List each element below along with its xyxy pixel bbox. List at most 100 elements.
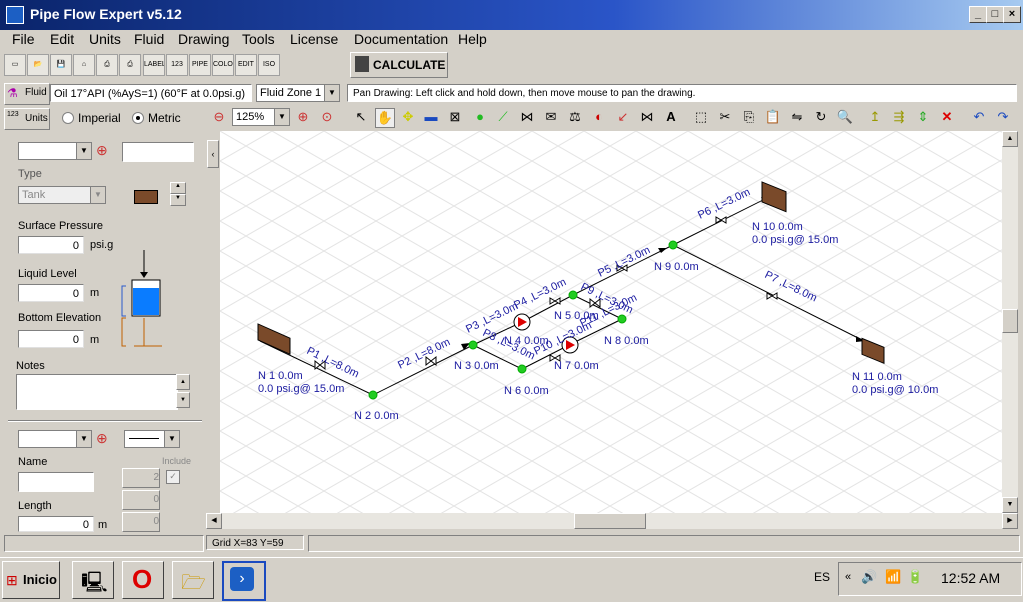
scroll-up-icon[interactable]: ▲ <box>1002 131 1018 147</box>
include-checkbox[interactable]: ✓ <box>166 470 180 484</box>
text-tool-icon[interactable]: A <box>662 108 680 126</box>
menu-tools[interactable]: Tools <box>242 31 275 47</box>
fluid-zone-select[interactable]: Fluid Zone 1 ▼ <box>256 84 340 102</box>
fitting-count-button-3[interactable]: 0 <box>122 512 160 532</box>
node-n9[interactable] <box>668 240 678 250</box>
imperial-radio[interactable] <box>62 112 74 124</box>
close-button[interactable]: × <box>1003 6 1021 23</box>
chevron-down-icon[interactable]: ▼ <box>274 109 289 125</box>
type-select[interactable]: Tank ▼ <box>18 186 106 204</box>
distribute-icon[interactable]: ⇕ <box>914 108 932 126</box>
chevron-down-icon[interactable]: ▼ <box>90 187 105 203</box>
drawing-canvas[interactable]: P1 ,L=8.0m P2 ,L=8.0m P3 ,L=3.0m P4 ,L=3… <box>220 131 1002 513</box>
menu-units[interactable]: Units <box>89 31 121 47</box>
node-n6[interactable] <box>517 364 527 374</box>
pipe-name-field[interactable] <box>18 472 94 492</box>
chevron-down-icon[interactable]: ▼ <box>324 85 339 101</box>
chevron-down-icon[interactable]: ▼ <box>76 143 91 159</box>
undo-icon[interactable]: ↶ <box>970 108 988 126</box>
surface-pressure-field[interactable]: 0 <box>18 236 84 254</box>
zoom-out-icon[interactable]: ⊖ <box>210 108 228 126</box>
node-n3[interactable] <box>468 340 478 350</box>
chevron-down-icon[interactable]: ▼ <box>164 431 179 447</box>
paste-icon[interactable]: 📋 <box>764 108 782 126</box>
flip-icon[interactable]: ⇋ <box>788 108 806 126</box>
target-icon[interactable]: ⊕ <box>96 142 112 158</box>
pipeflow-taskbar-button[interactable]: › <box>222 561 266 601</box>
valve-tool-icon[interactable]: ⋈ <box>518 108 536 126</box>
minimize-button[interactable]: _ <box>969 6 987 23</box>
redo-icon[interactable]: ↷ <box>994 108 1012 126</box>
pipe-icon[interactable]: PIPE <box>189 54 211 76</box>
align-icon[interactable]: ⇶ <box>890 108 908 126</box>
liquid-level-field[interactable]: 0 <box>18 284 84 302</box>
zoom-select[interactable]: 125% ▼ <box>232 108 290 126</box>
cut-icon[interactable]: ✂ <box>716 108 734 126</box>
opera-taskbar-button[interactable]: O <box>122 561 164 599</box>
battery-icon[interactable]: 🔋 <box>907 569 923 585</box>
color-icon[interactable]: COLOR <box>212 54 234 76</box>
select-arrow-icon[interactable]: ↖ <box>352 108 370 126</box>
spin-up-icon[interactable]: ▲ <box>170 182 186 194</box>
scroll-down-icon[interactable]: ▼ <box>1002 497 1018 513</box>
save-as-icon[interactable]: ⌂ <box>73 54 95 76</box>
menu-edit[interactable]: Edit <box>50 31 74 47</box>
app-icon[interactable] <box>6 6 24 24</box>
save-icon[interactable]: 💾 <box>50 54 72 76</box>
collapse-panel-button[interactable]: ‹ <box>207 140 219 168</box>
tank-tool-icon[interactable]: ▬ <box>422 108 440 126</box>
fitting-count-button-1[interactable]: 2 <box>122 468 160 488</box>
node-n5[interactable] <box>568 290 578 300</box>
volume-icon[interactable]: 🔊 <box>861 569 877 585</box>
pipe-select[interactable]: ▼ <box>18 430 92 448</box>
label-icon[interactable]: LABEL <box>143 54 165 76</box>
pump-curve-icon[interactable]: ◐ <box>590 108 608 126</box>
metric-radio[interactable] <box>132 112 144 124</box>
delete-icon[interactable]: ✕ <box>938 108 956 126</box>
iso-icon[interactable]: ISO <box>258 54 280 76</box>
open-folder-icon[interactable]: 📂 <box>27 54 49 76</box>
menu-drawing[interactable]: Drawing <box>178 31 229 47</box>
move-icon[interactable]: ✥ <box>399 108 417 126</box>
menu-license[interactable]: License <box>290 31 338 47</box>
line-style-select[interactable]: ▼ <box>124 430 180 448</box>
fitting-tool-icon[interactable]: ⚖ <box>566 108 584 126</box>
print-icon[interactable]: ⎙ <box>119 54 141 76</box>
menu-file[interactable]: File <box>12 31 35 47</box>
horizontal-scroll-thumb[interactable] <box>574 513 646 529</box>
explorer-taskbar-button[interactable]: 🗁 <box>172 561 214 599</box>
node-tool-icon[interactable]: ● <box>471 108 489 126</box>
pipe-tool-icon[interactable]: ⟋ <box>494 108 512 126</box>
notes-scroll-up-icon[interactable]: ▲ <box>176 374 190 390</box>
menu-fluid[interactable]: Fluid <box>134 31 164 47</box>
copy-icon[interactable]: ⎘ <box>740 108 758 126</box>
vertical-scrollbar[interactable]: ▲ ▼ <box>1002 131 1018 513</box>
select-area-icon[interactable]: ⬚ <box>692 108 710 126</box>
node-name-field[interactable] <box>122 142 194 162</box>
edit-icon[interactable]: EDIT <box>235 54 257 76</box>
pump-tool-icon[interactable]: ⊠ <box>446 108 464 126</box>
horizontal-scrollbar[interactable]: ◀ ▶ <box>206 513 1018 529</box>
signal-icon[interactable]: 📶 <box>885 569 901 585</box>
scroll-left-icon[interactable]: ◀ <box>206 513 222 529</box>
menu-documentation[interactable]: Documentation <box>354 31 448 47</box>
notes-scroll-down-icon[interactable]: ▼ <box>176 392 190 408</box>
fitting-count-button-2[interactable]: 0 <box>122 490 160 510</box>
node-select[interactable]: ▼ <box>18 142 92 160</box>
start-button[interactable]: ⊞ Inicio <box>2 561 60 599</box>
zoom-in-icon[interactable]: ⊕ <box>294 108 312 126</box>
maximize-button[interactable]: □ <box>986 6 1004 23</box>
line-tool-icon[interactable]: ↙ <box>614 108 632 126</box>
find-icon[interactable]: 🔍 <box>836 108 854 126</box>
fluid-button[interactable]: ⚗ Fluid <box>4 83 50 105</box>
chevron-down-icon[interactable]: ▼ <box>76 431 91 447</box>
tray-expand-icon[interactable]: « <box>845 571 851 583</box>
clock[interactable]: 12:52 AM <box>941 570 1000 586</box>
menu-help[interactable]: Help <box>458 31 487 47</box>
scroll-right-icon[interactable]: ▶ <box>1002 513 1018 529</box>
bottom-elevation-field[interactable]: 0 <box>18 330 84 348</box>
elevation-icon[interactable]: ↥ <box>866 108 884 126</box>
node-n8[interactable] <box>617 314 627 324</box>
length-field[interactable]: 0 <box>18 516 94 532</box>
vertical-scroll-thumb[interactable] <box>1002 309 1018 333</box>
